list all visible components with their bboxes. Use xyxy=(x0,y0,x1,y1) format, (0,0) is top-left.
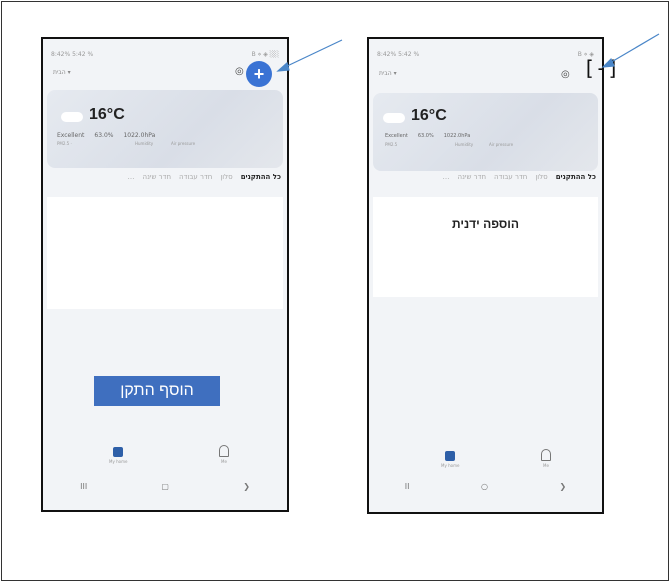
annotation-arrows xyxy=(276,33,660,72)
arrow-right-pointer xyxy=(601,33,660,68)
arrow-left-pointer xyxy=(276,39,343,72)
